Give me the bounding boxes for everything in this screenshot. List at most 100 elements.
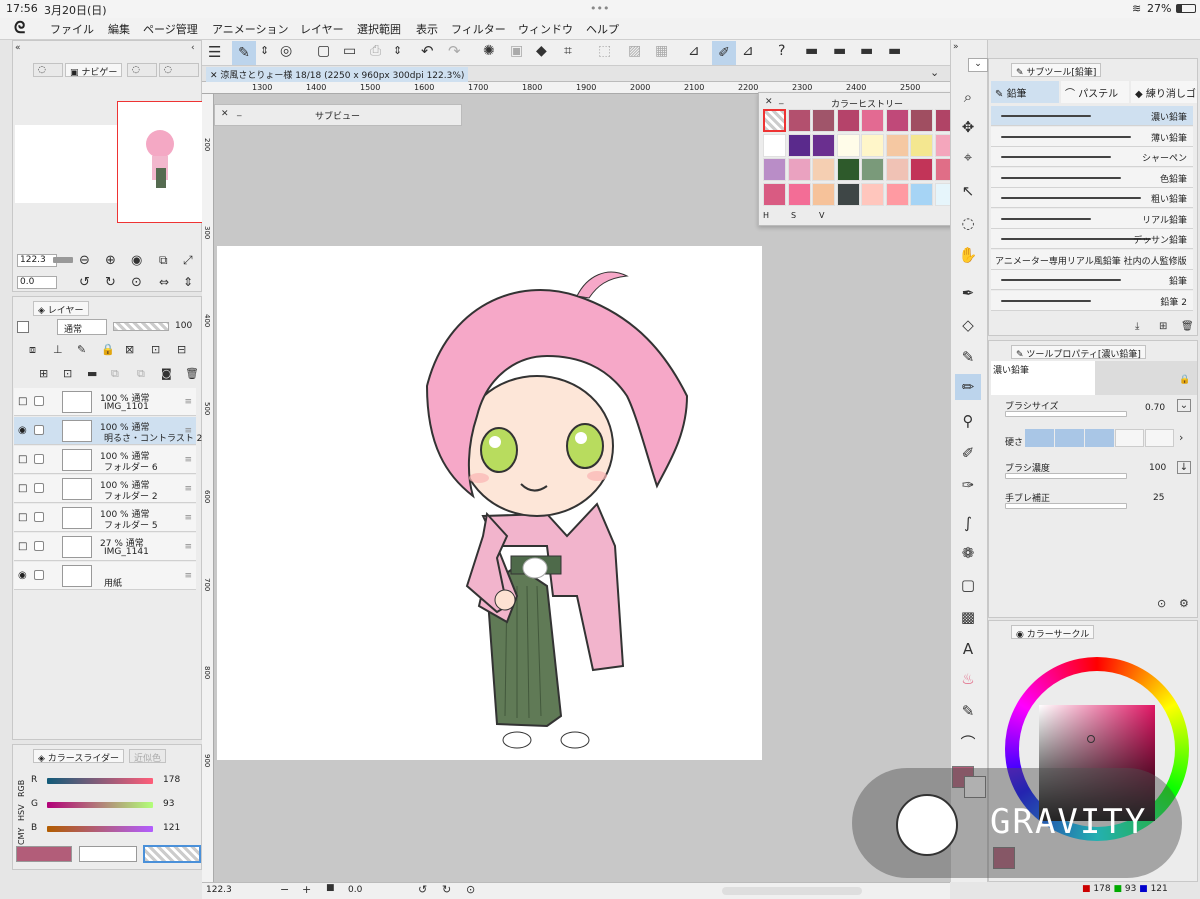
history-swatch[interactable]	[812, 158, 835, 181]
eye-off-icon[interactable]: □	[18, 454, 27, 465]
save-icon[interactable]: ⎙	[370, 43, 381, 59]
document-tab[interactable]: ✕ 涼風さとりょー様 18/18 (2250 x 960px 300dpi 12…	[206, 67, 469, 82]
layer-drag-handle-icon[interactable]: ≡	[184, 484, 192, 494]
layer-row[interactable]: ◉ 100 % 通常 明るさ・コントラスト 2 ≡	[14, 417, 202, 445]
mode-cmy[interactable]: CMY	[17, 828, 26, 845]
correct-line-tool-icon[interactable]: ✎	[955, 698, 981, 724]
operation-tool-icon[interactable]: ⌖	[955, 144, 981, 170]
perspective-icon[interactable]: ⊿	[742, 43, 754, 59]
menu-selection[interactable]: 選択範囲	[357, 21, 401, 37]
lock-icon-2[interactable]: 🔒	[1179, 375, 1190, 385]
hand-tool-icon[interactable]: ✋	[955, 242, 981, 268]
eye-off-icon[interactable]: □	[18, 483, 27, 494]
menu-filter[interactable]: フィルター	[451, 21, 506, 37]
folder-icon-2[interactable]: ▬	[833, 43, 846, 59]
opacity-slider[interactable]	[113, 322, 169, 331]
bottom-rotate[interactable]: 0.0	[348, 885, 362, 895]
brush-size-slider[interactable]	[1005, 411, 1127, 417]
history-swatch[interactable]	[812, 133, 835, 157]
marker-tool-icon[interactable]: ✐	[955, 440, 981, 466]
eye-off-icon[interactable]: □	[18, 541, 27, 552]
history-swatch[interactable]	[885, 158, 909, 181]
ruler-tool-icon[interactable]: ⌒	[955, 730, 981, 756]
brush-item[interactable]: シャーペン	[991, 147, 1193, 167]
menu-page[interactable]: ページ管理	[143, 21, 198, 37]
merge-icon[interactable]: ⧉	[111, 367, 119, 381]
history-swatch[interactable]	[861, 109, 884, 132]
ruler-icon[interactable]: ⊿	[688, 43, 700, 59]
hardness-segments[interactable]	[1025, 429, 1175, 447]
flip-v-icon[interactable]: ⇕	[183, 275, 193, 289]
history-swatch[interactable]	[763, 182, 786, 206]
layer-check-icon[interactable]	[34, 512, 44, 522]
tab-sub-4[interactable]: ◌	[159, 63, 199, 77]
history-swatch[interactable]	[885, 182, 909, 206]
new-file-icon[interactable]: ▢	[317, 43, 330, 59]
brush-item[interactable]: 色鉛筆	[991, 167, 1193, 188]
layer-check-icon[interactable]	[34, 483, 44, 493]
minimize-icon[interactable]: _	[237, 107, 242, 117]
reset-rotate-icon[interactable]: ⊙	[131, 275, 142, 290]
zoom-tool-icon[interactable]: ⌕	[955, 84, 981, 110]
history-swatch[interactable]	[910, 133, 933, 157]
history-swatch[interactable]	[836, 133, 860, 157]
g-slider[interactable]	[47, 802, 153, 808]
flip-h-icon[interactable]: ⇔	[159, 275, 169, 289]
new-folder-icon[interactable]: ▬	[87, 367, 97, 380]
deselect-icon[interactable]: ⬚	[598, 43, 611, 59]
copy-subtool-icon[interactable]: ⤓	[1135, 321, 1139, 332]
zoom-field[interactable]: 122.3	[17, 254, 57, 267]
trash-icon[interactable]: 🗑	[185, 367, 199, 380]
chevron-right-icon[interactable]: ›	[1179, 431, 1183, 444]
history-swatch[interactable]	[910, 109, 933, 132]
layer-drag-handle-icon[interactable]: ≡	[184, 397, 192, 407]
lock-alpha-icon[interactable]: ⊠	[125, 343, 134, 356]
multitask-dots[interactable]: •••	[590, 2, 609, 15]
curve-tool-icon[interactable]: ∫	[955, 510, 981, 536]
collapse-right-icon[interactable]: »	[953, 42, 959, 52]
blend-tool-icon[interactable]: ❁	[955, 540, 981, 566]
history-swatch[interactable]	[836, 182, 860, 206]
figure-tool-icon[interactable]: ▢	[955, 572, 981, 598]
fullscreen-icon[interactable]: ⤢	[183, 253, 193, 268]
history-swatch[interactable]	[885, 109, 909, 132]
brush-item[interactable]: 粗い鉛筆	[991, 188, 1193, 208]
clip-icon[interactable]: ⧈	[29, 343, 36, 357]
history-swatch[interactable]	[910, 158, 933, 181]
menu-help[interactable]: ヘルプ	[586, 21, 619, 37]
layer-drag-handle-icon[interactable]: ≡	[184, 455, 192, 465]
fit-icon[interactable]: ⧉	[159, 253, 168, 268]
select-tool-icon[interactable]: ↖	[955, 178, 981, 204]
group-pastel[interactable]: ⌒ パステル	[1061, 81, 1129, 103]
layer-color-box[interactable]	[17, 321, 29, 333]
layer-check-icon[interactable]	[34, 570, 44, 580]
history-swatch[interactable]	[836, 158, 860, 181]
close-icon-2[interactable]: ✕	[765, 97, 773, 107]
subview-panel[interactable]: ✕ _ サブビュー	[214, 104, 462, 126]
zoom-slider[interactable]	[53, 257, 73, 263]
layer-drag-handle-icon[interactable]: ≡	[184, 571, 192, 581]
tab-sub-1[interactable]: ◌	[33, 63, 63, 77]
layer-row[interactable]: □ 100 % 通常 フォルダー 5 ≡	[14, 504, 196, 532]
new-vector-icon[interactable]: ⊡	[63, 367, 72, 380]
r-slider[interactable]	[47, 778, 153, 784]
menu-animation[interactable]: アニメーション	[212, 21, 289, 37]
reference-icon[interactable]: ⊥	[53, 343, 63, 356]
sticker-tool-icon[interactable]: ♨	[955, 666, 981, 692]
clear-icon[interactable]: ▣	[510, 43, 523, 59]
rotate-right-icon[interactable]: ↻	[105, 275, 116, 290]
tab-sub-3[interactable]: ◌	[127, 63, 157, 77]
group-pencil[interactable]: ✎ 鉛筆	[991, 81, 1059, 103]
minus-icon[interactable]: −	[280, 883, 289, 896]
mask-add-icon[interactable]: ◙	[161, 367, 172, 380]
tab-similar-color[interactable]: 近似色	[129, 749, 167, 764]
menu-layer[interactable]: レイヤー	[300, 21, 344, 37]
history-swatch[interactable]	[836, 109, 860, 132]
layer-check-icon[interactable]	[34, 454, 44, 464]
brush-item[interactable]: リアル鉛筆	[991, 208, 1193, 229]
history-swatch[interactable]	[763, 109, 786, 132]
chevron-updown-icon[interactable]: ⇕	[260, 44, 269, 57]
app-logo-icon[interactable]: ᘓ	[14, 18, 25, 38]
rotate-right-icon-2[interactable]: ↻	[442, 883, 451, 896]
folder-icon-4[interactable]: ▬	[888, 43, 901, 59]
